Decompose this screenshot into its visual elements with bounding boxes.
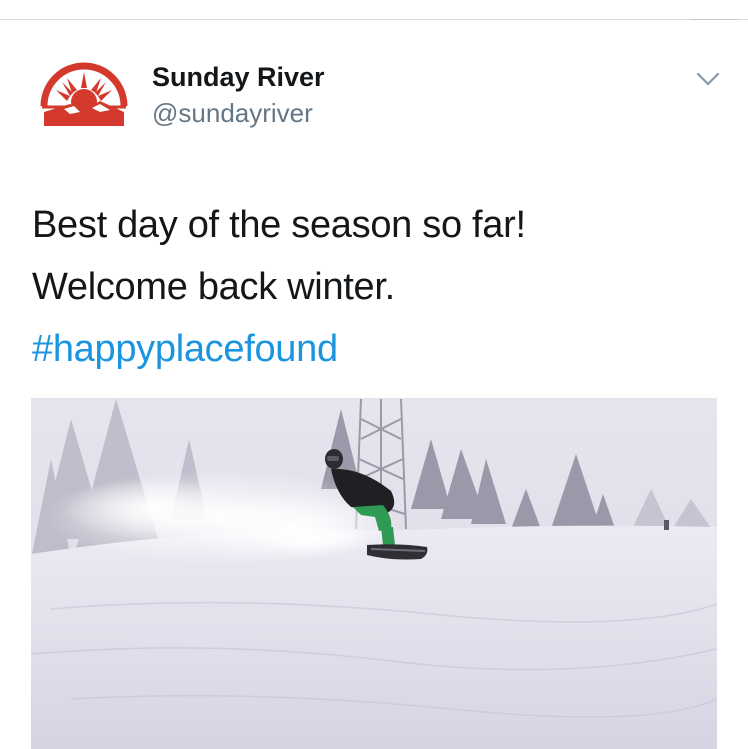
chevron-down-icon[interactable] [693,68,723,90]
sunday-river-logo-icon[interactable] [40,60,128,130]
account-handle[interactable]: @sundayriver [152,96,313,130]
hashtag-link[interactable]: #happyplacefound [32,318,526,380]
account-display-name[interactable]: Sunday River [152,60,325,94]
tweet-text: Best day of the season so far! Welcome b… [32,194,526,380]
top-divider [0,19,748,20]
tweet-photo[interactable] [31,398,717,749]
top-divider-mark [690,19,738,20]
tweet-text-line: Welcome back winter. [32,266,395,308]
tweet-text-line: Best day of the season so far! [32,204,526,246]
